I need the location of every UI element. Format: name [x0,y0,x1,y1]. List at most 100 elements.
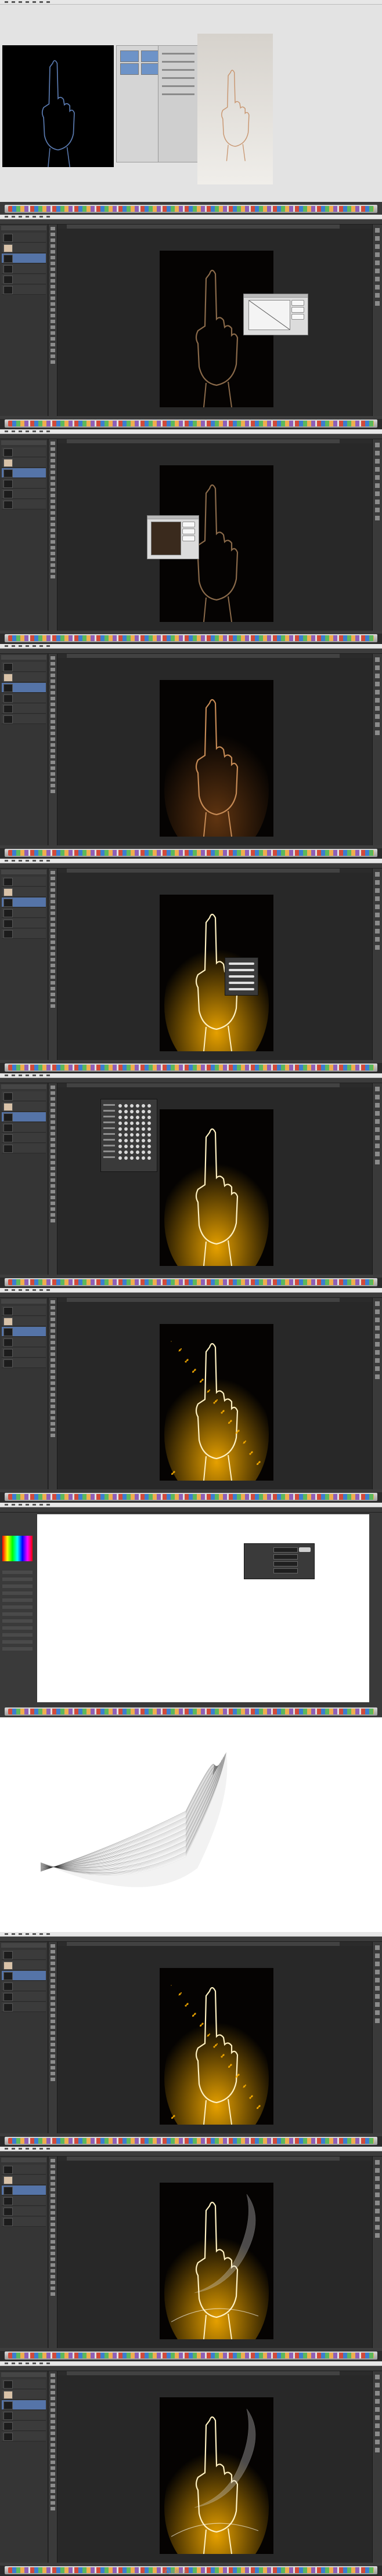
tool-icon[interactable] [51,291,55,294]
menu-bar[interactable] [0,1288,382,1293]
tool-icon[interactable] [51,2379,55,2383]
panel-icon[interactable] [375,1119,380,1124]
brush-tip[interactable] [118,1116,122,1119]
tool-icon[interactable] [51,2182,55,2186]
brush-tip[interactable] [142,1104,145,1108]
tool-icon[interactable] [51,523,55,526]
brush-tip[interactable] [118,1156,122,1160]
filter-slider[interactable] [162,61,194,63]
panel-icon[interactable] [375,2010,380,2015]
tool-icon[interactable] [51,784,55,787]
panel-option[interactable] [103,1139,115,1141]
tool-icon[interactable] [51,917,55,921]
tool-icon[interactable] [51,2292,55,2296]
tool-icon[interactable] [51,476,55,480]
layer-row[interactable] [2,1327,46,1337]
layer-row[interactable] [2,1112,46,1122]
panel-icon[interactable] [375,1103,380,1108]
tool-icon[interactable] [51,958,55,961]
tool-icon[interactable] [51,546,55,549]
document-tab[interactable] [67,1298,340,1302]
menu-items[interactable] [5,1933,51,1935]
menu-items[interactable] [5,2148,51,2150]
tool-icon[interactable] [51,308,55,312]
ok-button[interactable] [299,1547,311,1552]
brush-tip[interactable] [118,1133,122,1137]
tool-icon[interactable] [51,2170,55,2174]
document-tab[interactable] [67,2371,340,2375]
brush-tip[interactable] [136,1127,139,1131]
tool-icon[interactable] [51,1004,55,1008]
color-panel[interactable] [0,1513,35,1704]
brush-tip[interactable] [124,1104,128,1108]
brush-tip[interactable] [136,1116,139,1119]
dock-app-icons[interactable] [8,1065,374,1070]
tool-icon[interactable] [51,2397,55,2400]
panel-option[interactable] [103,1156,115,1158]
brush-tip[interactable] [136,1121,139,1125]
layers-panel-header[interactable] [1,870,46,874]
panel-icon[interactable] [375,475,380,480]
tool-icon[interactable] [51,877,55,880]
tool-icon[interactable] [51,453,55,457]
layer-row[interactable] [2,929,46,939]
mac-dock[interactable] [5,1063,377,1072]
document-tab[interactable] [67,439,340,443]
panel-icon[interactable] [375,1318,380,1322]
tool-icon[interactable] [51,894,55,898]
brush-tip[interactable] [124,1116,128,1119]
tool-icon[interactable] [51,998,55,1002]
options-bar[interactable] [0,434,382,439]
tool-icon[interactable] [51,2176,55,2180]
panel-option[interactable] [2,1619,33,1623]
tool-icon[interactable] [51,2188,55,2191]
tool-icon[interactable] [51,2078,55,2081]
panel-icon[interactable] [375,459,380,464]
layers-panel-header[interactable] [1,655,46,660]
dialog-field[interactable] [273,1547,298,1553]
tool-icon[interactable] [51,529,55,532]
brush-tip[interactable] [118,1110,122,1113]
panel-icon[interactable] [375,2168,380,2173]
panel-icon[interactable] [375,714,380,719]
tool-icon[interactable] [51,273,55,277]
tool-icon[interactable] [51,2252,55,2255]
tool-icon[interactable] [51,459,55,462]
curve-graph[interactable] [248,300,290,330]
tool-icon[interactable] [51,1144,55,1147]
brush-tip[interactable] [124,1133,128,1137]
tool-icon[interactable] [51,1973,55,1977]
layer-row[interactable] [2,2379,46,2389]
panel-icon[interactable] [375,1342,380,1347]
dock-app-icons[interactable] [8,2567,374,2573]
new-document-dialog[interactable] [244,1543,315,1579]
dialog-button[interactable] [182,536,195,541]
curves-dialog[interactable] [243,294,308,335]
mac-dock[interactable] [5,849,377,857]
tool-icon[interactable] [51,1149,55,1153]
panel-icon[interactable] [375,500,380,504]
tool-icon[interactable] [51,325,55,329]
layer-row[interactable] [2,877,46,887]
panel-icon[interactable] [375,1309,380,1314]
tool-icon[interactable] [51,314,55,317]
tool-icon[interactable] [51,1213,55,1217]
tool-icon[interactable] [51,337,55,341]
layer-row[interactable] [2,2196,46,2206]
layer-row[interactable] [2,285,46,295]
tool-icon[interactable] [51,1996,55,2000]
tool-icon[interactable] [51,1190,55,1193]
menu-items[interactable] [5,645,51,647]
layer-row[interactable] [2,2206,46,2216]
tool-icon[interactable] [51,1300,55,1304]
layer-row[interactable] [2,1992,46,2002]
tool-icon[interactable] [51,2461,55,2464]
mac-dock[interactable] [5,1493,377,1501]
panel-option[interactable] [2,1626,33,1630]
tool-icon[interactable] [51,563,55,567]
tool-icon[interactable] [51,975,55,979]
panel-icon[interactable] [375,1986,380,1991]
menu-bar[interactable] [0,859,382,863]
layer-row[interactable] [2,662,46,672]
panel-icon[interactable] [375,301,380,306]
